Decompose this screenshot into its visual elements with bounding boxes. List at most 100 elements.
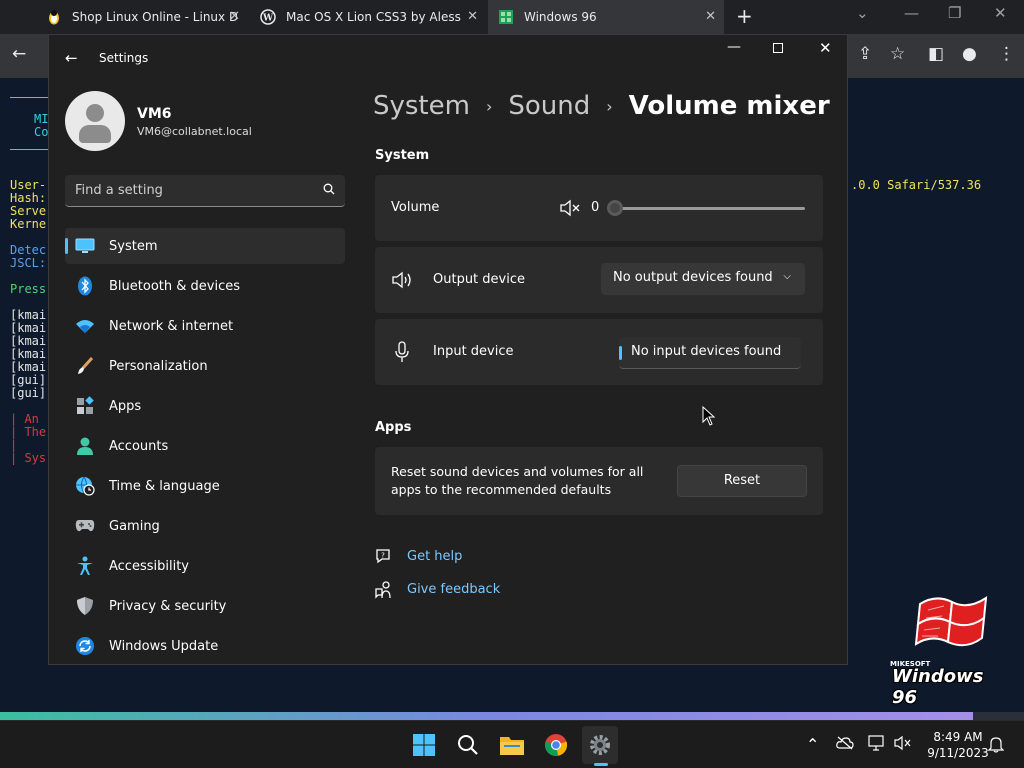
section-label-system: System	[375, 148, 430, 163]
close-icon[interactable]: ✕	[819, 39, 832, 57]
maximize-icon[interactable]	[773, 43, 783, 53]
page-title: Volume mixer	[628, 91, 830, 121]
sidebar-item-network[interactable]: Network & internet	[65, 308, 345, 344]
section-label-apps: Apps	[375, 420, 412, 435]
windows96-logo-text: Windows 96	[892, 666, 984, 708]
globe-clock-icon	[75, 476, 95, 496]
chrome-icon[interactable]	[542, 731, 570, 759]
svg-text:?: ?	[381, 552, 385, 560]
profile-icon[interactable]: ●	[962, 44, 977, 64]
windows96-logo: MIKESOFT Windows 96	[890, 590, 1010, 708]
windows96-tab-icon	[498, 9, 514, 25]
search-icon[interactable]	[323, 183, 335, 198]
output-device-card: Output device No output devices found ⌵	[375, 247, 823, 313]
sidebar-item-accounts[interactable]: Accounts	[65, 428, 345, 464]
accessibility-icon	[75, 556, 95, 576]
back-arrow-icon[interactable]: ←	[65, 49, 78, 67]
tab-close-icon[interactable]: ✕	[229, 9, 240, 24]
taskbar-clock[interactable]: 8:49 AM 9/11/2023	[918, 729, 998, 761]
minimize-icon[interactable]: —	[727, 39, 741, 55]
terminal-line: Press	[10, 282, 47, 296]
file-explorer-icon[interactable]	[498, 731, 526, 759]
taskbar-search-icon[interactable]	[454, 731, 482, 759]
sidebar-item-system[interactable]: System	[65, 228, 345, 264]
avatar[interactable]	[65, 91, 125, 151]
search-box[interactable]	[65, 175, 345, 207]
tab-title: Shop Linux Online - Linux Distro	[72, 10, 237, 24]
gamepad-icon	[75, 516, 95, 536]
taskbar: ⌃ 8:49 AM 9/11/2023	[0, 720, 1024, 768]
bookmark-star-icon[interactable]: ☆	[890, 44, 905, 64]
help-chat-icon: ?	[376, 549, 390, 564]
tray-volume-mute-icon[interactable]	[894, 735, 912, 755]
tab-search-chevron-icon[interactable]: ⌄	[856, 4, 869, 22]
notification-bell-icon[interactable]	[987, 735, 1005, 757]
volume-label: Volume	[391, 200, 440, 215]
reset-card: Reset sound devices and volumes for all …	[375, 447, 823, 515]
browser-menu-icon[interactable]: ⋮	[998, 44, 1015, 64]
browser-back-icon[interactable]: ←	[12, 44, 26, 64]
input-device-value: No input devices found	[631, 344, 782, 359]
windows96-flag-icon	[914, 595, 988, 647]
side-panel-icon[interactable]: ◧	[928, 44, 944, 64]
reset-description: Reset sound devices and volumes for all …	[391, 464, 644, 497]
sidebar-item-label: Network & internet	[109, 318, 234, 334]
wifi-icon	[75, 316, 95, 336]
sidebar-item-windows-update[interactable]: Windows Update	[65, 628, 345, 664]
terminal-line: [gui]	[10, 386, 47, 400]
chevron-right-icon: ›	[606, 96, 613, 116]
apps-icon	[75, 396, 95, 416]
output-device-label: Output device	[433, 272, 525, 287]
update-icon	[75, 636, 95, 656]
browser-tab-linux[interactable]: Shop Linux Online - Linux Distro ✕	[36, 0, 248, 34]
sidebar-item-personalization[interactable]: Personalization	[65, 348, 345, 384]
search-input[interactable]	[75, 183, 305, 198]
shield-icon	[75, 596, 95, 616]
sidebar-item-bluetooth[interactable]: Bluetooth & devices	[65, 268, 345, 304]
sidebar-item-apps[interactable]: Apps	[65, 388, 345, 424]
avatar-head	[86, 104, 104, 122]
share-icon[interactable]: ⇪	[858, 44, 872, 64]
tray-onedrive-icon[interactable]	[836, 735, 854, 754]
sidebar-item-privacy[interactable]: Privacy & security	[65, 588, 345, 624]
sidebar-item-accessibility[interactable]: Accessibility	[65, 548, 345, 584]
sidebar-item-gaming[interactable]: Gaming	[65, 508, 345, 544]
tray-network-icon[interactable]	[868, 735, 886, 755]
tab-close-icon[interactable]: ✕	[467, 9, 478, 24]
browser-minimize-icon[interactable]: —	[904, 4, 919, 22]
volume-card: Volume 0	[375, 175, 823, 241]
browser-tab-wordpress[interactable]: W Mac OS X Lion CSS3 by Alessio A ✕	[250, 0, 486, 34]
start-windows-icon[interactable]	[410, 731, 438, 759]
terminal-line: Kerne	[10, 217, 47, 231]
volume-slider-track[interactable]	[613, 207, 805, 210]
breadcrumb: System › Sound › Volume mixer	[373, 91, 830, 121]
speaker-mute-icon[interactable]	[559, 199, 581, 221]
sidebar-item-time-language[interactable]: Time & language	[65, 468, 345, 504]
tray-chevron-up-icon[interactable]: ⌃	[806, 735, 819, 754]
new-tab-plus-icon[interactable]: +	[736, 4, 753, 28]
volume-slider-thumb[interactable]	[607, 200, 623, 216]
settings-gear-icon[interactable]	[582, 726, 618, 764]
tab-close-icon[interactable]: ✕	[705, 9, 716, 24]
sidebar-item-label: Accounts	[109, 438, 169, 454]
user-email: VM6@collabnet.local	[137, 125, 252, 138]
user-name: VM6	[137, 106, 172, 122]
paintbrush-icon	[75, 356, 95, 376]
breadcrumb-sound[interactable]: Sound	[508, 91, 590, 121]
mouse-cursor-icon	[702, 406, 716, 426]
browser-restore-icon[interactable]: ❐	[948, 4, 961, 22]
input-device-label: Input device	[433, 344, 514, 359]
browser-close-icon[interactable]: ✕	[994, 4, 1007, 22]
output-device-value: No output devices found	[613, 270, 773, 285]
output-device-dropdown[interactable]: No output devices found ⌵	[601, 263, 805, 295]
reset-button[interactable]: Reset	[677, 465, 807, 497]
input-device-selector[interactable]: No input devices found	[619, 337, 801, 369]
breadcrumb-system[interactable]: System	[373, 91, 470, 121]
terminal-line: | Sys	[10, 451, 47, 465]
sidebar-item-label: Bluetooth & devices	[109, 278, 240, 294]
browser-tab-windows96[interactable]: Windows 96 ✕	[488, 0, 724, 34]
wordpress-icon: W	[260, 9, 276, 25]
sidebar-item-label: Personalization	[109, 358, 208, 374]
active-app-indicator	[594, 763, 608, 766]
sidebar-item-label: System	[109, 238, 158, 254]
